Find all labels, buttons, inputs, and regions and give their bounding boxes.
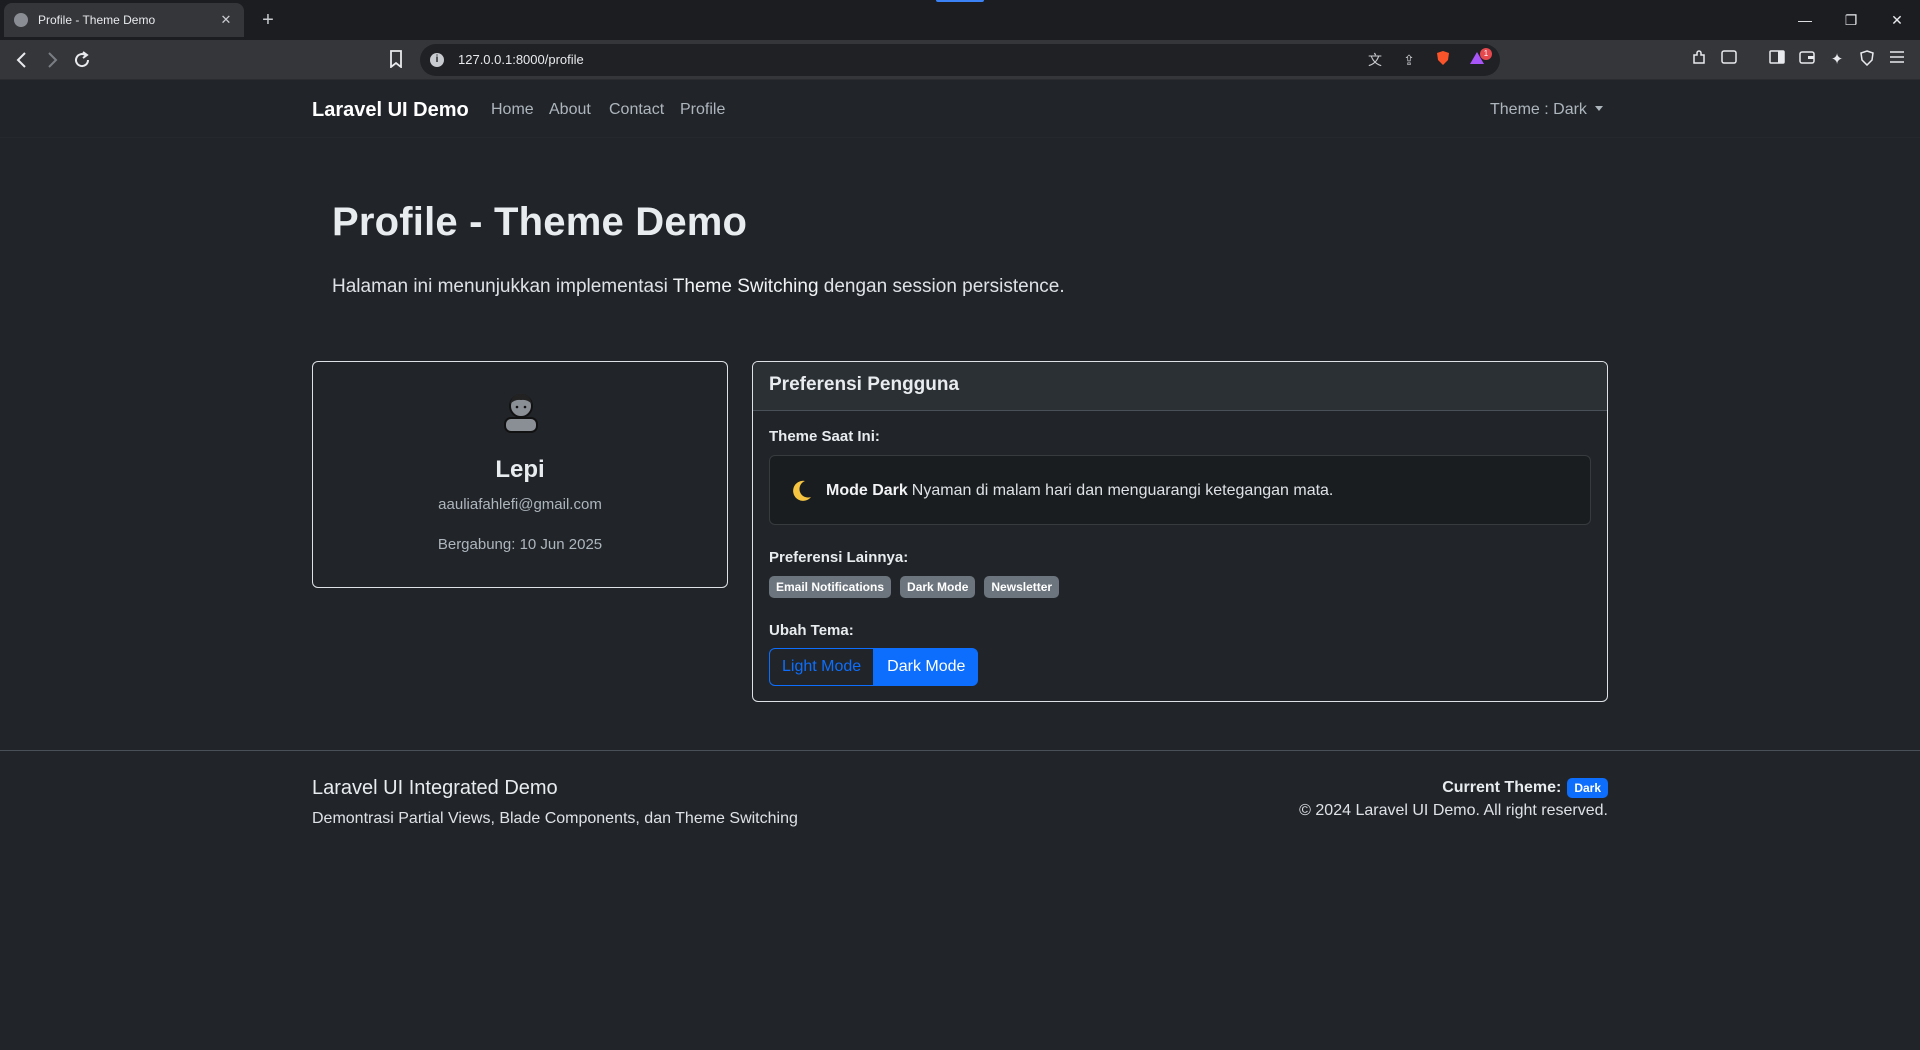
theme-button-group: Light Mode Dark Mode [769,648,979,686]
dark-mode-button[interactable]: Dark Mode [874,648,979,686]
badge-email-notifications: Email Notifications [769,576,892,598]
footer-right: Current Theme: Dark © 2024 Laravel UI De… [1299,778,1608,820]
notification-count-badge: 1 [1480,48,1492,60]
light-mode-button[interactable]: Light Mode [769,648,875,686]
lead-suffix: dengan session persistence. [818,276,1065,297]
other-preferences-label: Preferensi Lainnya: [769,549,909,566]
site-info-icon[interactable]: i [430,53,444,67]
badge-newsletter: Newsletter [984,576,1060,598]
url-text: 127.0.0.1:8000/profile [458,52,584,67]
profile-email: aauliafahlefi@gmail.com [438,496,602,513]
footer-theme-badge: Dark [1567,778,1608,798]
footer-divider [0,750,1920,751]
footer-theme-row: Current Theme: Dark [1299,778,1608,798]
nav-link-contact[interactable]: Contact [609,101,664,119]
globe-favicon-icon [14,13,28,27]
theme-dropdown-label: Theme : Dark [1490,101,1587,118]
theme-dropdown-toggle[interactable]: Theme : Dark [1490,101,1603,119]
person-avatar-icon [499,388,543,434]
current-mode-name: Mode Dark [826,482,908,499]
window-close-icon[interactable]: ✕ [1882,8,1912,32]
extensions-icon[interactable] [1688,50,1710,70]
browser-tab[interactable]: Profile - Theme Demo ✕ [4,3,244,37]
tab-strip-indicator [936,0,984,2]
lead-prefix: Halaman ini menunjukkan implementasi [332,276,673,297]
badge-dark-mode: Dark Mode [900,576,976,598]
share-icon[interactable]: ⇪ [1398,50,1420,70]
forward-arrow-icon[interactable] [40,48,64,72]
footer-theme-label: Current Theme: [1442,779,1562,796]
profile-card: Lepi aauliafahlefi@gmail.com Bergabung: … [312,361,728,588]
footer-copyright: © 2024 Laravel UI Demo. All right reserv… [1299,802,1608,819]
reload-icon[interactable] [70,48,94,72]
current-theme-label: Theme Saat Ini: [769,428,880,445]
navbar-brand[interactable]: Laravel UI Demo [312,99,469,122]
wallet-icon[interactable] [1796,50,1818,70]
browser-tab-bar: Profile - Theme Demo ✕ + — ❐ ✕ [0,0,1920,40]
new-tab-icon[interactable]: + [256,8,280,32]
translate-icon[interactable]: 文 [1364,50,1386,70]
minimize-icon[interactable]: — [1790,8,1820,32]
sidebar-icon[interactable] [1766,50,1788,70]
preferences-card-header: Preferensi Pengguna [753,362,1607,411]
preferences-title: Preferensi Pengguna [769,374,960,395]
page-title: Profile - Theme Demo [332,200,748,244]
page-lead: Halaman ini menunjukkan implementasi The… [332,276,1065,298]
change-theme-label: Ubah Tema: [769,622,854,639]
footer-description: Demontrasi Partial Views, Blade Componen… [312,810,798,827]
current-theme-box: Mode Dark Nyaman di malam hari dan mengua… [769,455,1591,525]
nav-link-profile[interactable]: Profile [680,101,725,119]
brave-shields-icon[interactable] [1432,50,1454,70]
nav-link-home[interactable]: Home [491,101,534,119]
restore-icon[interactable]: ❐ [1836,8,1866,32]
preference-badges: Email Notifications Dark Mode Newsletter [769,576,1060,598]
tab-search-icon[interactable] [1718,50,1740,70]
profile-joined-date: Bergabung: 10 Jun 2025 [437,536,603,553]
profile-name: Lepi [495,456,545,483]
tab-close-icon[interactable]: ✕ [218,12,234,28]
current-theme-text: Mode Dark Nyaman di malam hari dan mengua… [826,482,1333,500]
back-arrow-icon[interactable] [10,48,34,72]
preferences-card: Preferensi Pengguna Theme Saat Ini: Mode… [752,361,1608,702]
footer-title: Laravel UI Integrated Demo [312,777,558,799]
nav-link-about[interactable]: About [549,101,591,119]
lead-highlight: Theme Switching [672,276,819,297]
bookmark-icon[interactable] [386,50,406,70]
tab-title: Profile - Theme Demo [38,13,156,27]
menu-icon[interactable] [1886,50,1908,70]
chevron-down-icon [1594,106,1603,111]
site-navbar: Laravel UI Demo Home About Contact Profi… [0,81,1920,138]
leo-ai-icon[interactable]: ✦ [1826,50,1848,70]
browser-toolbar: i 127.0.0.1:8000/profile 文 ⇪ ✦ [0,40,1920,80]
current-mode-desc: Nyaman di malam hari dan menguarangi ket… [911,482,1334,499]
vpn-icon[interactable] [1856,50,1878,70]
crescent-moon-icon [788,478,814,504]
address-bar[interactable]: i 127.0.0.1:8000/profile 文 ⇪ [420,44,1500,76]
